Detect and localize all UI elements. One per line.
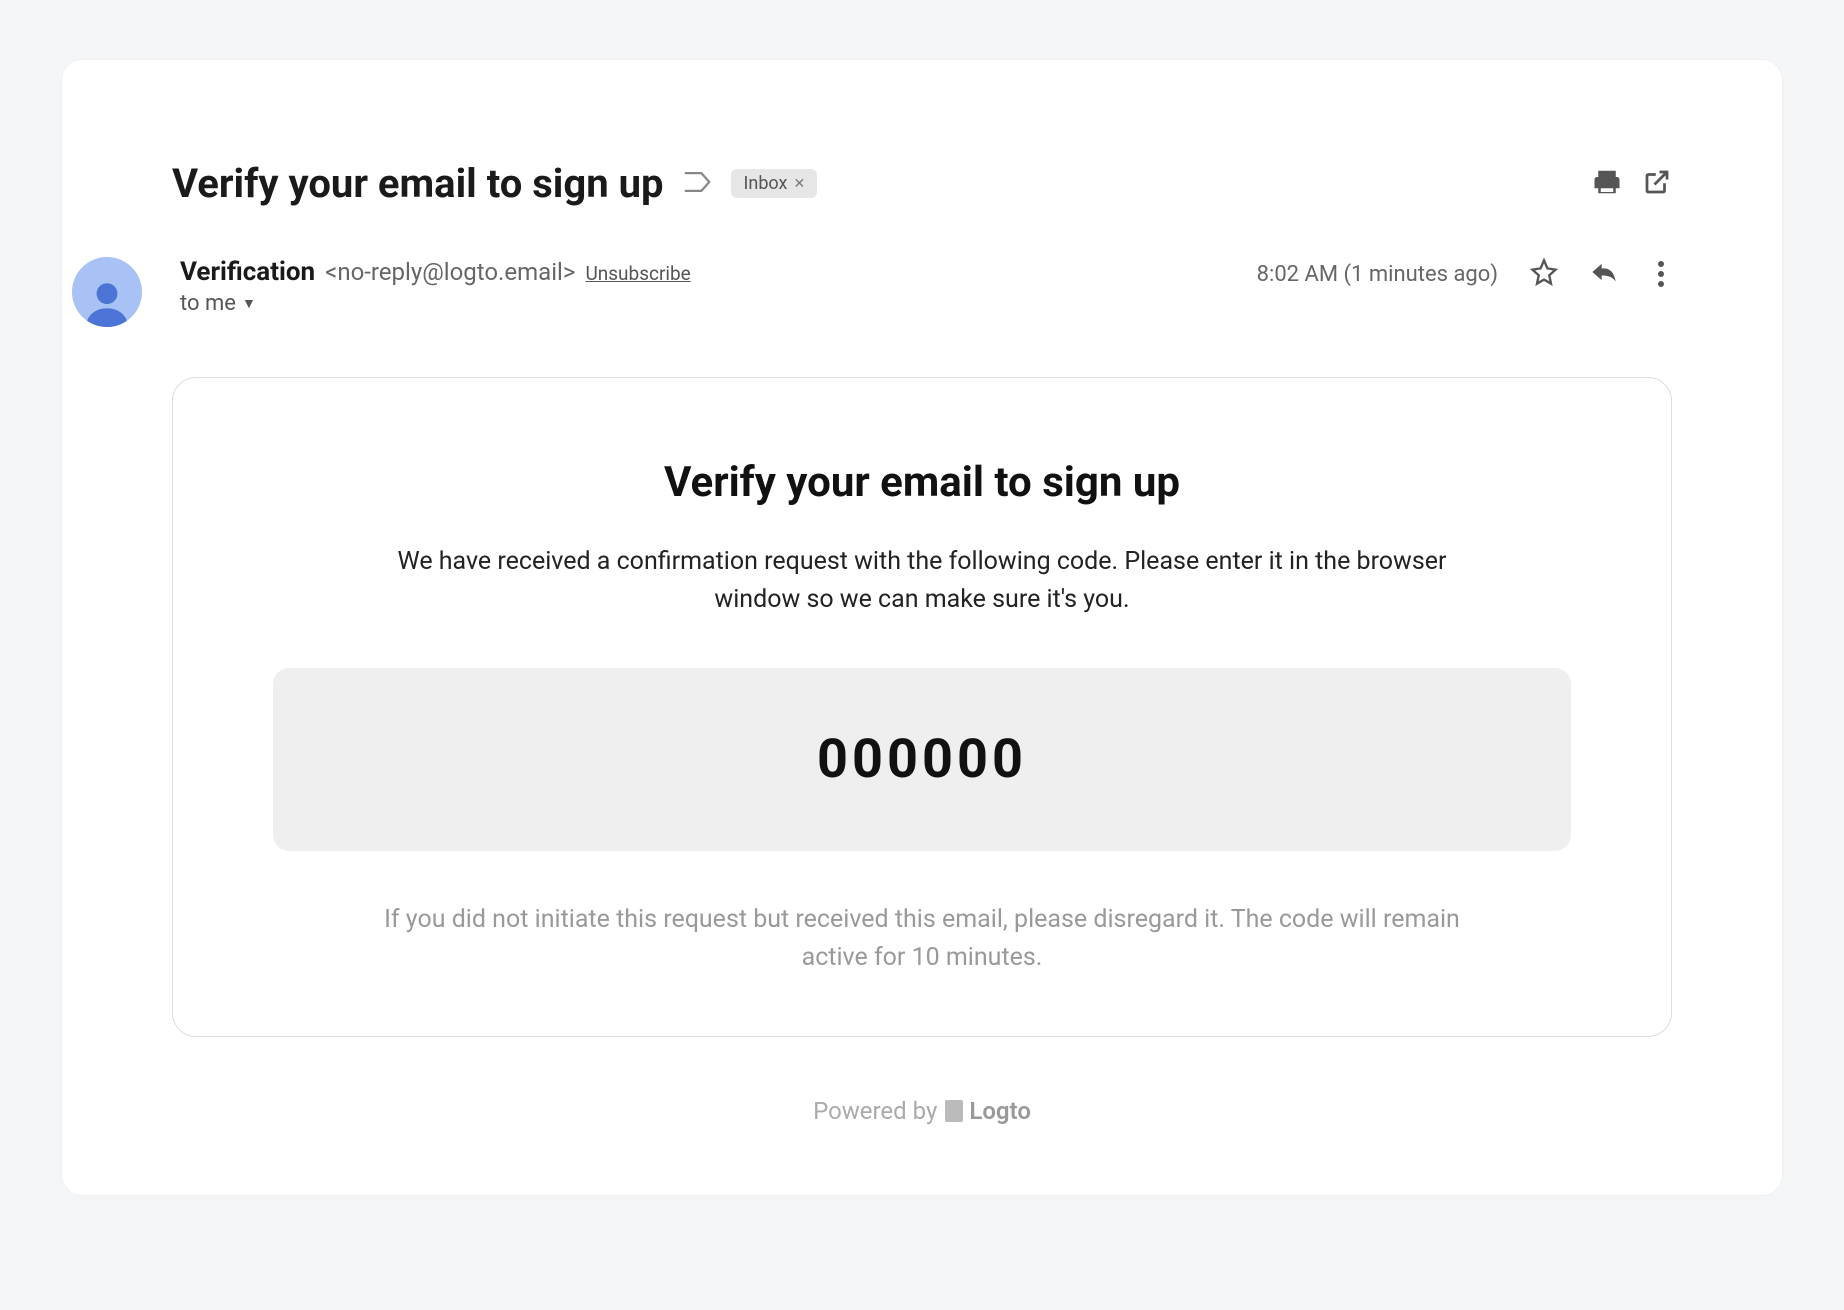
body-note: If you did not initiate this request but… <box>372 901 1472 976</box>
inbox-chip-remove-icon[interactable]: ✕ <box>793 176 805 192</box>
sender-name: Verification <box>180 257 315 287</box>
more-options-icon[interactable] <box>1650 257 1672 291</box>
inbox-chip[interactable]: Inbox ✕ <box>731 169 817 198</box>
verification-code: 000000 <box>273 668 1571 851</box>
sender-email: <no-reply@logto.email> <box>325 258 575 286</box>
body-description: We have received a confirmation request … <box>372 543 1472 618</box>
powered-by-label: Powered by <box>813 1097 937 1125</box>
chevron-down-icon: ▼ <box>242 295 256 312</box>
logto-icon <box>945 1100 963 1122</box>
email-subject: Verify your email to sign up <box>172 160 663 207</box>
open-new-window-icon[interactable] <box>1642 167 1672 201</box>
footer: Powered by Logto <box>172 1097 1672 1125</box>
body-title: Verify your email to sign up <box>273 458 1571 507</box>
email-card: Verify your email to sign up Inbox ✕ <box>62 60 1782 1195</box>
sender-row: Verification <no-reply@logto.email> Unsu… <box>172 257 1672 327</box>
reply-icon[interactable] <box>1590 258 1618 290</box>
recipient-dropdown[interactable]: to me ▼ <box>180 291 1229 316</box>
unsubscribe-link[interactable]: Unsubscribe <box>585 262 690 285</box>
label-arrow-icon[interactable] <box>683 172 711 196</box>
brand-link[interactable]: Logto <box>945 1097 1031 1125</box>
inbox-chip-label: Inbox <box>743 173 787 194</box>
brand-name: Logto <box>969 1097 1031 1125</box>
print-icon[interactable] <box>1592 167 1622 201</box>
timestamp: 8:02 AM (1 minutes ago) <box>1257 262 1498 287</box>
sender-info: Verification <no-reply@logto.email> Unsu… <box>180 257 1229 316</box>
avatar[interactable] <box>72 257 142 327</box>
meta-actions: 8:02 AM (1 minutes ago) <box>1257 257 1672 291</box>
subject-row: Verify your email to sign up Inbox ✕ <box>172 160 1672 207</box>
star-icon[interactable] <box>1530 258 1558 290</box>
recipient-label: to me <box>180 291 236 316</box>
email-body: Verify your email to sign up We have rec… <box>172 377 1672 1037</box>
